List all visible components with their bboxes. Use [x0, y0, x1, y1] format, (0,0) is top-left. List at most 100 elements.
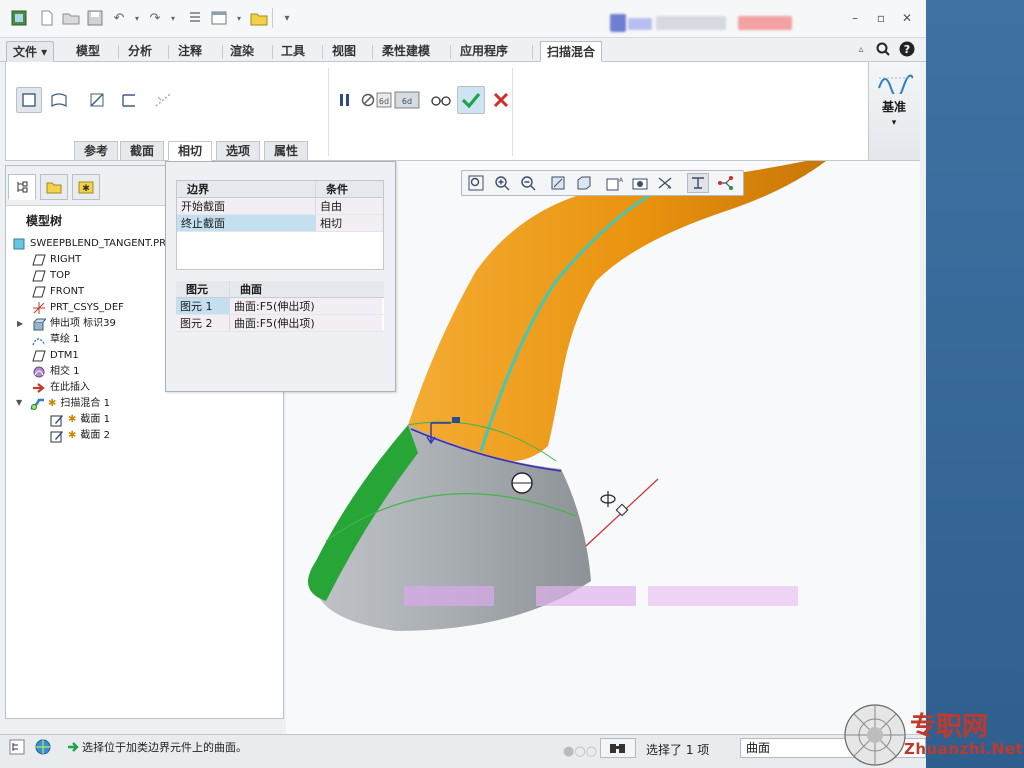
save-icon[interactable] [86, 9, 104, 27]
tab-applications[interactable]: 应用程序 [454, 41, 514, 62]
saved-views-icon[interactable]: AB [603, 173, 625, 193]
tree-item-top[interactable]: TOP [32, 268, 70, 284]
desktop-background [926, 0, 1024, 768]
search-icon[interactable] [874, 40, 892, 58]
tab-analysis[interactable]: 分析 [122, 41, 158, 62]
undo-dropdown-icon[interactable]: ▾ [128, 9, 146, 27]
minimize-button[interactable]: – [846, 10, 864, 26]
find-button[interactable] [600, 738, 636, 758]
subtab-options[interactable]: 选项 [216, 141, 261, 161]
tab-flexible-modeling[interactable]: 柔性建模 [376, 41, 436, 62]
pause-icon[interactable] [332, 87, 358, 113]
rotate-cursor-icon [600, 491, 616, 507]
expand-arrow-icon[interactable]: ▶ [17, 319, 23, 328]
subtab-sections[interactable]: 截面 [120, 141, 165, 161]
preview-options-group: 6d 6d [358, 87, 424, 113]
element-table: 图元 曲面 图元 1 曲面:F5(伸出项) 图元 2 曲面:F5(伸出项) [176, 281, 384, 332]
display-style-icon[interactable] [573, 173, 595, 193]
tree-item-intersect[interactable]: 相交 1 [32, 364, 80, 380]
view-manager-icon[interactable] [629, 173, 651, 193]
create-section-icon[interactable] [150, 87, 176, 113]
tab-annotate[interactable]: 注释 [172, 41, 208, 62]
close-button[interactable]: ✕ [898, 10, 916, 26]
table-row[interactable]: 图元 2 曲面:F5(伸出项) [176, 315, 384, 332]
tab-tools[interactable]: 工具 [275, 41, 311, 62]
surface-icon[interactable] [46, 87, 72, 113]
title-blur [610, 14, 626, 32]
windows-icon[interactable] [210, 9, 228, 27]
tree-item-insert-here[interactable]: 在此插入 [32, 380, 90, 396]
axis-handle[interactable] [615, 503, 629, 517]
datum-plane-icon [32, 269, 46, 283]
regenerate-icon[interactable] [186, 9, 204, 27]
tree-item-sweep-blend[interactable]: ✱ 扫描混合 1 [30, 396, 110, 412]
collapse-arrow-icon[interactable]: ▼ [16, 398, 22, 407]
tab-model[interactable]: 模型 [70, 41, 106, 62]
app-icon[interactable] [10, 9, 28, 27]
subtab-references[interactable]: 参考 [74, 141, 119, 161]
refit-icon[interactable] [465, 173, 487, 193]
table-row[interactable]: 图元 1 曲面:F5(伸出项) [176, 298, 384, 315]
cancel-button[interactable] [488, 87, 514, 113]
svg-text:AB: AB [619, 177, 623, 184]
tree-item-dtm1[interactable]: DTM1 [32, 348, 79, 364]
restore-button[interactable]: ▫ [872, 10, 890, 26]
ribbon-tab-bar: 文件 ▾ 模型 分析 注释 渲染 工具 视图 柔性建模 应用程序 扫描混合 ▵ … [0, 38, 926, 62]
message-arrow-icon [64, 738, 82, 756]
redo-icon[interactable]: ↷ [146, 9, 164, 27]
repaint-icon[interactable] [547, 173, 569, 193]
part-icon [12, 237, 26, 251]
tree-item-part[interactable]: SWEEPBLEND_TANGENT.PRT [12, 236, 172, 252]
subtab-properties[interactable]: 属性 [264, 141, 309, 161]
customize-icon[interactable]: ▾ [278, 9, 296, 27]
show-browser-icon[interactable] [34, 738, 52, 756]
watermark-logo-icon [844, 704, 906, 766]
favorites-tab-icon[interactable]: ✱ [72, 174, 100, 200]
tab-view[interactable]: 视图 [326, 41, 362, 62]
zoom-in-icon[interactable] [491, 173, 513, 193]
tab-render[interactable]: 渲染 [224, 41, 260, 62]
tree-item-section-2[interactable]: ✱ 截面 2 [50, 428, 110, 444]
svg-text:?: ? [904, 43, 910, 56]
tree-item-front[interactable]: FRONT [32, 284, 84, 300]
tab-file[interactable]: 文件 ▾ [6, 41, 55, 62]
datum-button[interactable]: 基准 ▾ [868, 62, 920, 160]
annotation-display-icon[interactable] [687, 173, 709, 193]
open-icon[interactable] [62, 9, 80, 27]
verify-glasses-icon[interactable] [428, 87, 454, 113]
ribbon-body: 6d 6d 参考 截面 相切 选项 属性 基准 ▾ [5, 62, 920, 161]
table-row[interactable]: 终止截面 相切 [177, 215, 383, 232]
tree-item-section-1[interactable]: ✱ 截面 1 [50, 412, 110, 428]
zoom-out-icon[interactable] [517, 173, 539, 193]
accept-button[interactable] [457, 86, 485, 114]
orange-swept-body[interactable] [408, 161, 826, 462]
thicken-icon[interactable] [116, 87, 142, 113]
model-tree-tab-icon[interactable] [8, 174, 36, 200]
remove-material-icon[interactable] [84, 87, 110, 113]
graphics-toolbar: AB x [461, 170, 744, 196]
subtab-tangency[interactable]: 相切 [168, 141, 213, 161]
tree-item-sketch[interactable]: 草绘 1 [32, 332, 80, 348]
show-navigator-icon[interactable] [8, 738, 26, 756]
tree-item-right[interactable]: RIGHT [32, 252, 81, 268]
datum-plane-icon [32, 349, 46, 363]
collapse-ribbon-icon[interactable]: ▵ [852, 40, 870, 58]
svg-text:6d: 6d [402, 97, 412, 106]
new-icon[interactable] [38, 9, 56, 27]
windows-dropdown-icon[interactable]: ▾ [230, 9, 248, 27]
redo-dropdown-icon[interactable]: ▾ [164, 9, 182, 27]
watermark-cn: 专职网 [910, 712, 989, 742]
section-edit-icon [50, 413, 64, 427]
table-row[interactable]: 开始截面 自由 [177, 198, 383, 215]
solid-icon[interactable] [16, 87, 42, 113]
undo-icon[interactable]: ↶ [110, 9, 128, 27]
tangency-panel: 边界 条件 开始截面 自由 终止截面 相切 图元 曲面 图元 1 曲面:F5(伸… [165, 161, 396, 392]
datum-display-filters-icon[interactable]: x [655, 173, 677, 193]
tree-item-protrusion[interactable]: 伸出项 标识39 [32, 316, 116, 332]
help-icon[interactable]: ? [898, 40, 916, 58]
close-window-icon[interactable] [250, 9, 268, 27]
folder-browser-tab-icon[interactable] [40, 174, 68, 200]
spin-center-icon[interactable] [715, 173, 737, 193]
tree-item-csys[interactable]: PRT_CSYS_DEF [32, 300, 124, 316]
tab-sweep-blend[interactable]: 扫描混合 [540, 41, 603, 62]
